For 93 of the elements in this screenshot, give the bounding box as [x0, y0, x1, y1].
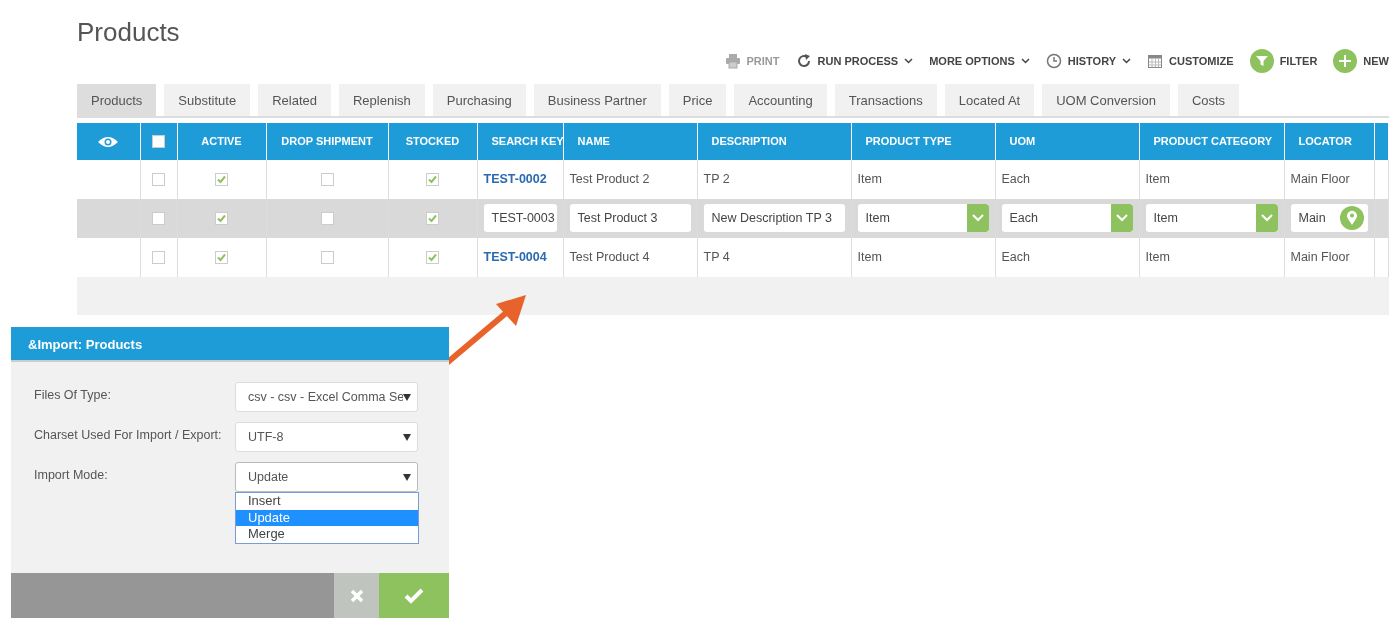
table-cell: Each [995, 237, 1139, 277]
column-header: DROP SHIPMENT [266, 122, 388, 160]
table-cell: Test Product 4 [563, 237, 697, 277]
toolbar-button[interactable]: CUSTOMIZE [1147, 52, 1234, 70]
checkbox[interactable] [320, 250, 334, 264]
column-header: LOCATOR [1284, 122, 1374, 160]
column-header: SEARCH KEY [477, 122, 563, 160]
cancel-button[interactable] [334, 573, 379, 618]
tab[interactable]: Related [258, 84, 331, 116]
tab[interactable]: Price [668, 84, 727, 116]
dropdown-option[interactable]: Merge [236, 526, 418, 543]
column-header: PRODUCT CATEGORY [1139, 122, 1284, 160]
filter-icon [1249, 49, 1274, 73]
table-cell: Item [1139, 237, 1284, 277]
chevron-icon [1020, 58, 1030, 64]
table-cell: Main Floor [1284, 237, 1374, 277]
checkbox[interactable] [152, 250, 165, 264]
select-field[interactable]: UTF-8 [235, 422, 418, 452]
dialog-title: &Import: Products [11, 327, 449, 362]
link-cell[interactable]: TEST-0002 [477, 159, 563, 199]
toolbar-button[interactable]: NEW [1333, 49, 1389, 73]
table-cell: Item [1139, 159, 1284, 199]
clock-icon [1045, 53, 1062, 69]
refresh-icon [795, 53, 812, 69]
column-header: ACTIVE [177, 122, 266, 160]
table-cell: Test Product 2 [563, 159, 697, 199]
locator-field[interactable]: Main [1290, 204, 1368, 232]
caret-icon [403, 393, 411, 401]
checkbox[interactable] [152, 211, 165, 225]
checkbox[interactable] [215, 211, 228, 225]
tab[interactable]: Costs [1177, 84, 1240, 116]
chevron-icon [1115, 214, 1128, 222]
column-header: NAME [563, 122, 697, 160]
check-icon [404, 587, 424, 604]
table-cell: TP 4 [697, 237, 851, 277]
column-header: PRODUCT TYPE [851, 122, 995, 160]
checkbox[interactable] [152, 172, 165, 186]
table-cell: Item [851, 159, 995, 199]
plus-icon [1333, 49, 1358, 73]
ok-button[interactable] [379, 573, 449, 618]
select-field[interactable]: Update [235, 462, 418, 492]
tab[interactable]: Transactions [834, 84, 937, 116]
table-cell: Each [995, 159, 1139, 199]
tab[interactable]: Replenish [338, 84, 425, 116]
field-label: Charset Used For Import / Export: [34, 427, 223, 444]
select-all-checkbox[interactable] [152, 135, 165, 149]
page-title: Products [77, 16, 181, 48]
dropdown-field[interactable]: Each [1001, 204, 1133, 232]
printer-icon [724, 53, 741, 69]
column-header: DESCRIPTION [697, 122, 851, 160]
checkbox[interactable] [215, 172, 228, 186]
table-cell: Item [851, 237, 995, 277]
dropdown-field[interactable]: Item [1145, 204, 1278, 232]
chevron-icon [1122, 58, 1132, 64]
checkbox[interactable] [320, 211, 334, 225]
table-cell: Main Floor [1284, 159, 1374, 199]
link-cell[interactable]: TEST-0004 [477, 237, 563, 277]
checkbox[interactable] [426, 250, 439, 264]
chevron-icon [904, 58, 914, 64]
checkbox[interactable] [215, 250, 228, 264]
checkbox[interactable] [320, 172, 334, 186]
input-field[interactable]: Test Product 3 [569, 204, 691, 232]
field-label: Files Of Type: [34, 387, 112, 404]
caret-icon [403, 473, 411, 481]
tab[interactable]: UOM Conversion [1042, 84, 1170, 116]
select-field[interactable]: csv - csv - Excel Comma Se [235, 382, 418, 412]
toolbar-button[interactable]: FILTER [1249, 49, 1318, 73]
caret-icon [403, 433, 411, 441]
toolbar-button[interactable]: HISTORY [1045, 52, 1132, 70]
chevron-icon [971, 214, 984, 222]
tab[interactable]: Purchasing [432, 84, 526, 116]
input-field[interactable]: TEST-0003 [483, 204, 557, 232]
input-field[interactable]: New Description TP 3 [703, 204, 845, 232]
toolbar-button[interactable]: MORE OPTIONS [929, 52, 1030, 70]
eye-icon [97, 134, 120, 149]
close-icon [349, 588, 364, 603]
calendar-icon [1147, 53, 1164, 69]
tab[interactable]: Located At [944, 84, 1035, 116]
column-header: STOCKED [388, 122, 477, 160]
dropdown-option[interactable]: Insert [236, 493, 418, 510]
location-pin-icon [1339, 206, 1364, 230]
checkbox[interactable] [426, 211, 439, 225]
dropdown-field[interactable]: Item [857, 204, 989, 232]
checkbox[interactable] [426, 172, 439, 186]
toolbar-button[interactable]: RUN PROCESS [795, 52, 914, 70]
tab[interactable]: Accounting [734, 84, 827, 116]
tab[interactable]: Substitute [164, 84, 251, 116]
table-cell: TP 2 [697, 159, 851, 199]
field-label: Import Mode: [34, 467, 109, 484]
column-header: UOM [995, 122, 1139, 160]
tab[interactable]: Business Partner [533, 84, 661, 116]
chevron-icon [1260, 214, 1273, 222]
tab[interactable]: Products [77, 84, 157, 116]
